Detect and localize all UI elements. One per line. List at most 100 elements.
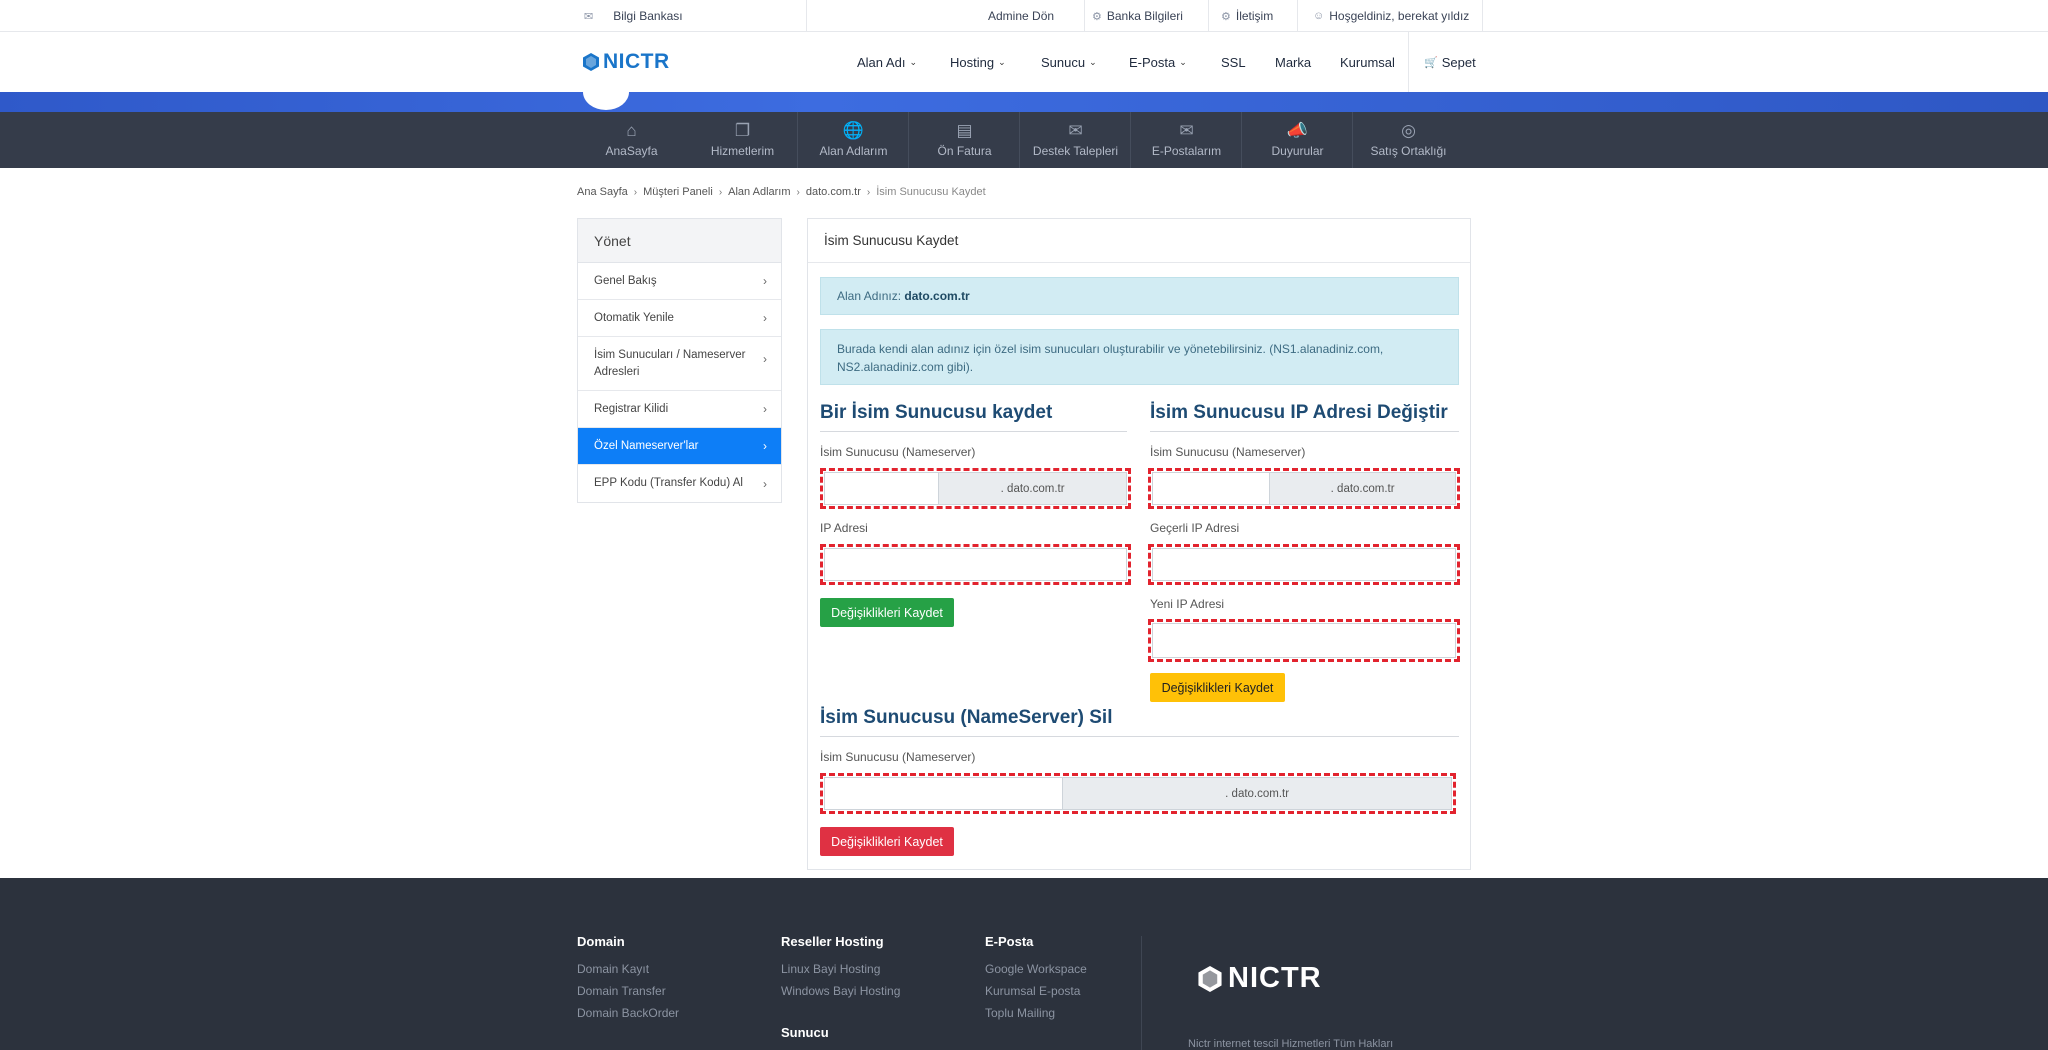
chevron-right-icon: › xyxy=(718,186,723,198)
sidebar-item-overview[interactable]: Genel Bakış › xyxy=(578,263,781,300)
delete-section-title: İsim Sunucusu (NameServer) Sil xyxy=(820,707,1113,728)
nav-item-hosting[interactable]: Hosting ⌄ xyxy=(950,32,1006,92)
footer-link[interactable]: Domain Transfer xyxy=(577,984,666,998)
divider xyxy=(1408,32,1409,92)
change-ip-save-button[interactable]: Değişiklikleri Kaydet xyxy=(1150,673,1285,702)
delete-ns-suffix: . dato.com.tr xyxy=(1062,778,1451,809)
divider xyxy=(820,736,1459,737)
user-menu[interactable]: ☺ Hoşgeldiniz, berekat yıldız xyxy=(1313,0,1469,32)
contact-link[interactable]: ⚙ İletişim xyxy=(1221,0,1273,32)
panel-nav-home[interactable]: ⌂ AnaSayfa xyxy=(576,112,687,168)
nav-item-server[interactable]: Sunucu ⌄ xyxy=(1041,32,1097,92)
register-save-button[interactable]: Değişiklikleri Kaydet xyxy=(820,598,954,627)
sidebar-item-label: Otomatik Yenile xyxy=(594,311,674,324)
footer-link[interactable]: Linux Bayi Hosting xyxy=(781,962,880,976)
admin-return-label: Admine Dön xyxy=(988,9,1055,23)
change-ip-section-title: İsim Sunucusu IP Adresi Değiştir xyxy=(1150,402,1448,423)
top-bar: ✉ Bilgi Bankası Admine Dön ⚙ Banka Bilgi… xyxy=(0,0,2048,32)
nav-label: Alan Adı xyxy=(857,54,906,70)
divider xyxy=(820,431,1127,432)
info-alert: Burada kendi alan adınız için özel isim … xyxy=(820,329,1459,385)
domain-alert: Alan Adınız: dato.com.tr xyxy=(820,277,1459,315)
nav-label: Hosting xyxy=(950,54,995,70)
nav-label: Marka xyxy=(1275,54,1312,70)
info-text: Burada kendi alan adınız için özel isim … xyxy=(837,342,1384,374)
footer-logo: NICTR xyxy=(1198,962,1322,995)
breadcrumb-item[interactable]: Alan Adlarım xyxy=(728,186,790,198)
domain-label: Alan Adınız: xyxy=(837,289,902,303)
nav-item-domain[interactable]: Alan Adı ⌄ xyxy=(857,32,917,92)
sidebar-item-epp-code[interactable]: EPP Kodu (Transfer Kodu) Al › xyxy=(578,465,781,502)
sidebar-item-registrar-lock[interactable]: Registrar Kilidi › xyxy=(578,391,781,428)
cart-label: Sepet xyxy=(1441,54,1476,70)
footer-link[interactable]: Windows Bayi Hosting xyxy=(781,984,900,998)
nameserver-card: İsim Sunucusu Kaydet Alan Adınız: dato.c… xyxy=(807,218,1471,870)
cart-link[interactable]: 🛒 Sepet xyxy=(1424,32,1476,92)
change-ip-ns-label: İsim Sunucusu (Nameserver) xyxy=(1150,445,1306,459)
divider xyxy=(806,0,807,32)
knowledge-base-link[interactable]: ✉ Bilgi Bankası xyxy=(584,0,683,32)
register-ip-input[interactable] xyxy=(824,548,1127,581)
chevron-down-icon: ⌄ xyxy=(998,56,1006,67)
bank-info-link[interactable]: ⚙ Banka Bilgileri xyxy=(1092,0,1183,32)
chevron-right-icon: › xyxy=(763,274,767,288)
panel-nav-services[interactable]: ❐ Hizmetlerim xyxy=(687,112,798,168)
footer-logo-text: NICTR xyxy=(1228,962,1322,994)
delete-ns-label: İsim Sunucusu (Nameserver) xyxy=(820,750,976,764)
delete-ns-input[interactable] xyxy=(825,778,1063,809)
footer-link[interactable]: Google Workspace xyxy=(985,962,1087,976)
admin-return-link[interactable]: Admine Dön xyxy=(988,0,1054,32)
support-icon: ✉ xyxy=(1068,121,1083,140)
nav-item-ssl[interactable]: SSL xyxy=(1221,32,1246,92)
current-ip-label: Geçerli IP Adresi xyxy=(1150,521,1240,535)
logo-text: NICTR xyxy=(603,50,670,73)
nav-item-corporate[interactable]: Kurumsal xyxy=(1340,32,1395,92)
sidebar-item-auto-renew[interactable]: Otomatik Yenile › xyxy=(578,300,781,337)
panel-nav-label: AnaSayfa xyxy=(605,144,658,158)
bank-info-label: Banka Bilgileri xyxy=(1106,9,1183,23)
nav-label: Kurumsal xyxy=(1340,54,1395,70)
nav-item-email[interactable]: E-Posta ⌄ xyxy=(1129,32,1187,92)
page: ✉ Bilgi Bankası Admine Dön ⚙ Banka Bilgi… xyxy=(0,0,2048,1050)
delete-save-button[interactable]: Değişiklikleri Kaydet xyxy=(820,827,954,856)
footer-col-title: E-Posta xyxy=(985,934,1034,949)
chevron-right-icon: › xyxy=(796,186,800,198)
panel-nav-affiliate[interactable]: ◎ Satış Ortaklığı xyxy=(1353,112,1464,168)
user-icon: ☺ xyxy=(1313,10,1325,22)
new-ip-label: Yeni IP Adresi xyxy=(1150,597,1225,611)
new-ip-input[interactable] xyxy=(1152,623,1456,658)
breadcrumb: Ana Sayfa › Müşteri Paneli › Alan Adları… xyxy=(577,186,986,198)
register-section-title: Bir İsim Sunucusu kaydet xyxy=(820,402,1053,423)
current-ip-input[interactable] xyxy=(1152,548,1456,581)
panel-nav-domains[interactable]: 🌐 Alan Adlarım xyxy=(798,112,909,168)
invoice-icon: ▤ xyxy=(956,121,973,140)
register-ns-input[interactable] xyxy=(825,473,939,504)
footer-link[interactable]: Toplu Mailing xyxy=(985,1006,1055,1020)
breadcrumb-item[interactable]: Müşteri Paneli xyxy=(643,186,713,198)
nav-item-brand[interactable]: Marka xyxy=(1275,32,1311,92)
change-ip-ns-input[interactable] xyxy=(1153,473,1270,504)
sidebar: Yönet Genel Bakış › Otomatik Yenile › İs… xyxy=(577,218,782,503)
delete-ns-group: . dato.com.tr xyxy=(824,777,1452,810)
panel-nav-emails[interactable]: ✉ E-Postalarım xyxy=(1131,112,1242,168)
footer-link[interactable]: Domain Kayıt xyxy=(577,962,649,976)
chevron-right-icon: › xyxy=(633,186,638,198)
chevron-right-icon: › xyxy=(763,439,767,453)
affiliate-icon: ◎ xyxy=(1401,121,1416,140)
panel-nav-label: Satış Ortaklığı xyxy=(1370,144,1447,158)
logo[interactable]: NICTR xyxy=(583,50,670,74)
panel-nav: ⌂ AnaSayfa ❐ Hizmetlerim 🌐 Alan Adlarım … xyxy=(0,112,2048,168)
footer: Domain Domain Kayıt Domain Transfer Doma… xyxy=(0,878,2048,1050)
footer-link[interactable]: Kurumsal E-posta xyxy=(985,984,1080,998)
panel-nav-announcements[interactable]: 📣 Duyurular xyxy=(1242,112,1353,168)
logo-icon xyxy=(583,53,599,71)
panel-nav-support[interactable]: ✉ Destek Talepleri xyxy=(1020,112,1131,168)
sidebar-item-nameservers[interactable]: İsim Sunucuları / Nameserver Adresleri › xyxy=(578,337,781,391)
footer-link[interactable]: Domain BackOrder xyxy=(577,1006,679,1020)
divider xyxy=(1208,0,1209,32)
panel-nav-invoice[interactable]: ▤ Ön Fatura xyxy=(909,112,1020,168)
breadcrumb-item[interactable]: dato.com.tr xyxy=(806,186,861,198)
breadcrumb-item[interactable]: Ana Sayfa xyxy=(577,186,628,198)
sidebar-item-private-nameservers[interactable]: Özel Nameserver'lar › xyxy=(578,428,781,465)
divider xyxy=(1150,431,1459,432)
